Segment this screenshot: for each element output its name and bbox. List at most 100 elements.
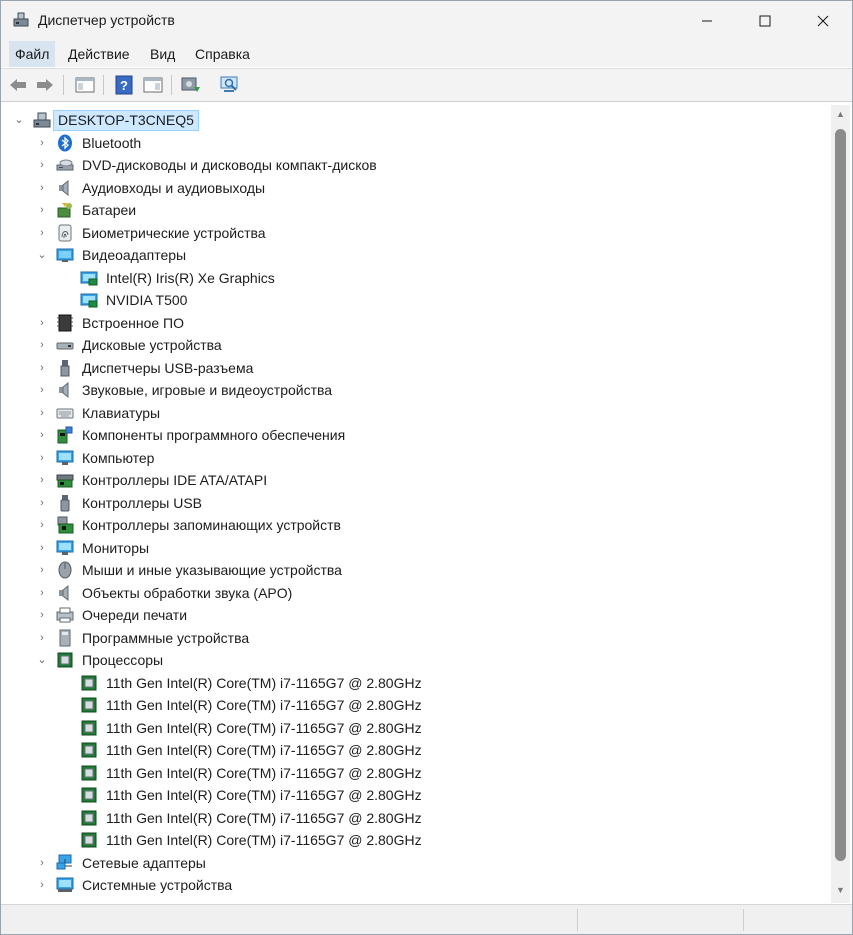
tree-root-label: DESKTOP-T3CNEQ5 — [53, 110, 199, 131]
help-button[interactable]: ? — [112, 73, 136, 97]
tree-category-item[interactable]: › Мониторы — [3, 537, 831, 559]
tree-category-item[interactable]: › Биометрические устройства — [3, 222, 831, 244]
tree-device-item[interactable]: 11th Gen Intel(R) Core(TM) i7-1165G7 @ 2… — [3, 739, 831, 761]
tree-device-label: Intel(R) Iris(R) Xe Graphics — [106, 269, 275, 286]
expand-chevron-icon[interactable]: › — [36, 157, 48, 173]
tree-category-item[interactable]: › Встроенное ПО — [3, 312, 831, 334]
tree-device-label: 11th Gen Intel(R) Core(TM) i7-1165G7 @ 2… — [106, 787, 422, 803]
tree-root-node[interactable]: ⌄ DESKTOP-T3CNEQ5 — [3, 109, 831, 131]
tree-device-item[interactable]: 11th Gen Intel(R) Core(TM) i7-1165G7 @ 2… — [3, 717, 831, 739]
processor-icon — [81, 787, 97, 803]
device-manager-window: Диспетчер устройств Файл Действие Вид Сп… — [0, 0, 853, 935]
tree-category-item[interactable]: › Контроллеры IDE ATA/ATAPI — [3, 469, 831, 491]
tree-device-item[interactable]: 11th Gen Intel(R) Core(TM) i7-1165G7 @ 2… — [3, 694, 831, 716]
tree-category-item[interactable]: › Батареи — [3, 199, 831, 221]
update-driver-button[interactable] — [179, 73, 203, 97]
tree-category-item[interactable]: › Дисковые устройства — [3, 334, 831, 356]
tree-device-item[interactable]: 11th Gen Intel(R) Core(TM) i7-1165G7 @ 2… — [3, 807, 831, 829]
bluetooth-icon — [58, 134, 72, 151]
back-button[interactable] — [6, 73, 30, 97]
expand-chevron-icon[interactable]: › — [36, 517, 48, 533]
collapse-chevron-icon[interactable]: ⌄ — [13, 112, 25, 128]
tree-category-item[interactable]: › Мыши и иные указывающие устройства — [3, 559, 831, 581]
collapse-chevron-icon[interactable]: ⌄ — [36, 247, 48, 263]
tree-category-item[interactable]: › Звуковые, игровые и видеоустройства — [3, 379, 831, 401]
close-icon — [817, 15, 829, 27]
tree-category-item[interactable]: › Системные устройства — [3, 874, 831, 896]
tree-category-label: Контроллеры IDE ATA/ATAPI — [82, 472, 268, 488]
scroll-down-arrow-icon[interactable]: ▼ — [835, 885, 846, 897]
expand-chevron-icon[interactable]: › — [36, 315, 48, 331]
tree-category-item[interactable]: ⌄ Процессоры — [3, 649, 831, 671]
tree-category-item[interactable]: › DVD-дисководы и дисководы компакт-диско… — [3, 154, 831, 176]
processor-icon — [81, 765, 97, 780]
tree-category-item[interactable]: › Клавиатуры — [3, 402, 831, 424]
expand-chevron-icon[interactable]: › — [36, 180, 48, 196]
menu-view[interactable]: Вид — [150, 46, 175, 62]
expand-chevron-icon[interactable]: › — [36, 540, 48, 556]
minimize-button[interactable] — [678, 1, 736, 41]
maximize-button[interactable] — [736, 1, 794, 41]
tree-category-item[interactable]: › Сетевые адаптеры — [3, 852, 831, 874]
expand-chevron-icon[interactable]: › — [36, 427, 48, 443]
expand-chevron-icon[interactable]: › — [36, 585, 48, 601]
tree-device-item[interactable]: 11th Gen Intel(R) Core(TM) i7-1165G7 @ 2… — [3, 672, 831, 694]
storage-controller-icon — [57, 516, 74, 534]
expand-chevron-icon[interactable]: › — [36, 225, 48, 241]
tree-category-label: Видеоадаптеры — [82, 247, 187, 263]
tree-category-label: Мыши и иные указывающие устройства — [82, 562, 342, 578]
tree-device-item[interactable]: NVIDIA T500 — [3, 289, 831, 311]
scrollbar-thumb[interactable] — [835, 129, 846, 861]
tree-device-item[interactable]: 11th Gen Intel(R) Core(TM) i7-1165G7 @ 2… — [3, 829, 831, 851]
tree-category-item[interactable]: › Компоненты программного обеспечения — [3, 424, 831, 446]
forward-button[interactable] — [33, 73, 57, 97]
menu-file[interactable]: Файл — [9, 41, 56, 67]
status-separator — [743, 909, 744, 931]
expand-chevron-icon[interactable]: › — [36, 382, 48, 398]
device-tree[interactable]: ⌄ DESKTOP-T3CNEQ5 › Bluetooth › DVD-дисководы… — [3, 105, 831, 903]
computer-root-icon — [33, 112, 51, 128]
expand-chevron-icon[interactable]: › — [36, 495, 48, 511]
expand-chevron-icon[interactable]: › — [36, 450, 48, 466]
tree-category-label: Сетевые адаптеры — [82, 854, 206, 871]
tree-category-item[interactable]: › Bluetooth — [3, 132, 831, 154]
expand-chevron-icon[interactable]: › — [36, 607, 48, 623]
expand-chevron-icon[interactable]: › — [36, 202, 48, 218]
tree-device-item[interactable]: 11th Gen Intel(R) Core(TM) i7-1165G7 @ 2… — [3, 762, 831, 784]
tree-category-label: Процессоры — [82, 652, 164, 668]
tree-category-item[interactable]: › Контроллеры запоминающих устройств — [3, 514, 831, 536]
tree-category-item[interactable]: › Программные устройства — [3, 627, 831, 649]
tree-category-item[interactable]: › Контроллеры USB — [3, 492, 831, 514]
expand-chevron-icon[interactable]: › — [36, 360, 48, 376]
collapse-chevron-icon[interactable]: ⌄ — [36, 652, 48, 668]
properties-button[interactable] — [141, 73, 165, 97]
processor-icon — [81, 697, 97, 713]
tree-category-label: Аудиовходы и аудиовыходы — [82, 179, 266, 196]
expand-chevron-icon[interactable]: › — [36, 562, 48, 578]
tree-category-label: Звуковые, игровые и видеоустройства — [82, 382, 333, 398]
menu-help[interactable]: Справка — [195, 46, 250, 62]
scan-hardware-button[interactable] — [218, 73, 242, 97]
tree-category-item[interactable]: › Компьютер — [3, 447, 831, 469]
minimize-icon — [702, 20, 712, 22]
expand-chevron-icon[interactable]: › — [36, 630, 48, 646]
expand-chevron-icon[interactable]: › — [36, 472, 48, 488]
tree-device-label: 11th Gen Intel(R) Core(TM) i7-1165G7 @ 2… — [106, 764, 422, 781]
tree-category-item[interactable]: › Аудиовходы и аудиовыходы — [3, 177, 831, 199]
show-hide-console-tree-button[interactable] — [73, 73, 97, 97]
tree-device-item[interactable]: 11th Gen Intel(R) Core(TM) i7-1165G7 @ 2… — [3, 784, 831, 806]
scroll-up-arrow-icon[interactable]: ▲ — [835, 109, 846, 121]
expand-chevron-icon[interactable]: › — [36, 855, 48, 871]
expand-chevron-icon[interactable]: › — [36, 135, 48, 151]
expand-chevron-icon[interactable]: › — [36, 877, 48, 893]
expand-chevron-icon[interactable]: › — [36, 337, 48, 353]
tree-category-item[interactable]: › Объекты обработки звука (APO) — [3, 582, 831, 604]
menu-action[interactable]: Действие — [68, 46, 130, 62]
expand-chevron-icon[interactable]: › — [36, 405, 48, 421]
window-title: Диспетчер устройств — [38, 12, 175, 28]
tree-category-item[interactable]: › Диспетчеры USB-разъема — [3, 357, 831, 379]
tree-category-item[interactable]: ⌄ Видеоадаптеры — [3, 244, 831, 266]
tree-device-item[interactable]: Intel(R) Iris(R) Xe Graphics — [3, 267, 831, 289]
close-button[interactable] — [794, 1, 852, 41]
tree-category-item[interactable]: › Очереди печати — [3, 604, 831, 626]
